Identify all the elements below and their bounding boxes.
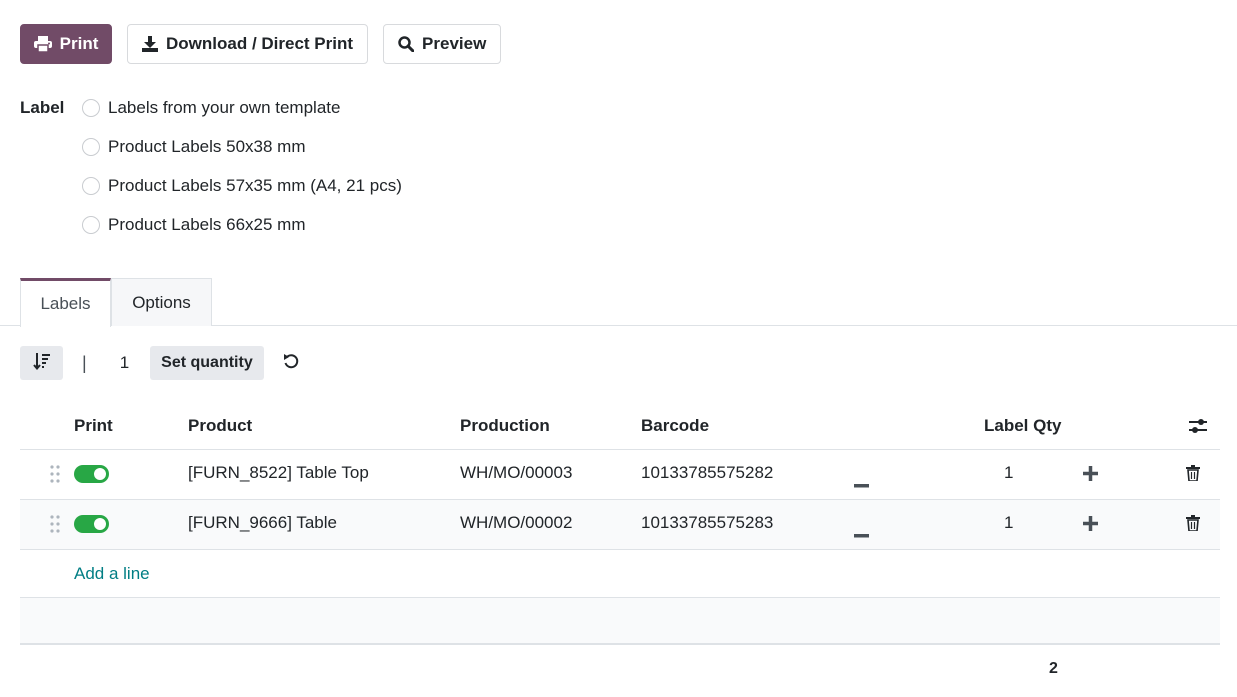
product-cell[interactable]: [FURN_9666] Table: [188, 513, 337, 533]
radio-label: Product Labels 66x25 mm: [108, 215, 306, 234]
toolbar: Print Download / Direct Print Preview: [20, 24, 502, 64]
table-row[interactable]: [FURN_9666] Table WH/MO/00002 1013378557…: [20, 500, 1220, 550]
production-cell[interactable]: WH/MO/00002: [460, 513, 572, 533]
reset-icon: [283, 353, 299, 374]
header-production[interactable]: Production: [460, 416, 550, 436]
tab-labels[interactable]: Labels: [20, 278, 111, 327]
radio-option-57x35[interactable]: Product Labels 57x35 mm (A4, 21 pcs): [82, 176, 402, 196]
header-product[interactable]: Product: [188, 416, 252, 436]
production-cell[interactable]: WH/MO/00003: [460, 463, 572, 483]
download-button-label: Download / Direct Print: [166, 34, 354, 53]
label-qty-cell[interactable]: 1: [1004, 463, 1013, 483]
print-toggle[interactable]: [74, 465, 109, 483]
labels-table: Print Product Production Barcode Label Q…: [20, 404, 1220, 645]
print-button[interactable]: Print: [20, 24, 112, 64]
printer-icon: [33, 36, 52, 52]
radio-label: Product Labels 57x35 mm (A4, 21 pcs): [108, 176, 402, 195]
print-button-label: Print: [59, 34, 99, 53]
radio-label: Labels from your own template: [108, 98, 341, 117]
empty-row: [20, 598, 1220, 645]
radio-button[interactable]: [82, 216, 100, 234]
tab-bar: Labels Options: [20, 278, 212, 327]
product-cell[interactable]: [FURN_8522] Table Top: [188, 463, 369, 483]
reset-button[interactable]: [283, 353, 299, 374]
quantity-input[interactable]: 1: [120, 353, 129, 373]
add-line-link[interactable]: Add a line: [74, 564, 150, 584]
plus-icon[interactable]: [1083, 516, 1098, 536]
download-icon: [142, 36, 158, 52]
radio-button[interactable]: [82, 99, 100, 117]
search-icon: [398, 36, 415, 52]
trash-icon[interactable]: [1186, 515, 1200, 536]
header-barcode[interactable]: Barcode: [641, 416, 709, 436]
drag-handle-icon[interactable]: [50, 515, 60, 538]
add-line-row: Add a line: [20, 550, 1220, 598]
barcode-cell[interactable]: 10133785575283: [641, 513, 773, 533]
tab-options[interactable]: Options: [111, 278, 212, 326]
download-button[interactable]: Download / Direct Print: [127, 24, 369, 64]
radio-button[interactable]: [82, 177, 100, 195]
column-settings-icon[interactable]: [1188, 417, 1208, 440]
table-row[interactable]: [FURN_8522] Table Top WH/MO/00003 101337…: [20, 450, 1220, 500]
sort-icon: [32, 352, 51, 375]
separator: |: [82, 352, 87, 373]
radio-button[interactable]: [82, 138, 100, 156]
trash-icon[interactable]: [1186, 465, 1200, 486]
plus-icon[interactable]: [1083, 466, 1098, 486]
barcode-cell[interactable]: 10133785575282: [641, 463, 773, 483]
label-qty-cell[interactable]: 1: [1004, 513, 1013, 533]
drag-handle-icon[interactable]: [50, 465, 60, 488]
header-label-qty[interactable]: Label Qty: [984, 416, 1061, 436]
radio-label: Product Labels 50x38 mm: [108, 137, 306, 156]
sort-button[interactable]: [20, 346, 63, 380]
minus-icon[interactable]: [854, 473, 869, 493]
set-quantity-button[interactable]: Set quantity: [150, 346, 264, 380]
preview-button[interactable]: Preview: [383, 24, 502, 64]
preview-button-label: Preview: [422, 34, 487, 53]
radio-option-own-template[interactable]: Labels from your own template: [82, 98, 340, 118]
radio-option-66x25[interactable]: Product Labels 66x25 mm: [82, 215, 306, 235]
header-print[interactable]: Print: [74, 416, 113, 436]
radio-option-50x38[interactable]: Product Labels 50x38 mm: [82, 137, 306, 157]
quantity-controls: | 1 Set quantity: [20, 346, 299, 380]
minus-icon[interactable]: [854, 523, 869, 543]
label-field-title: Label: [20, 98, 65, 117]
table-header: Print Product Production Barcode Label Q…: [20, 404, 1220, 450]
print-toggle[interactable]: [74, 515, 109, 533]
total-label-qty: 2: [1049, 660, 1058, 677]
